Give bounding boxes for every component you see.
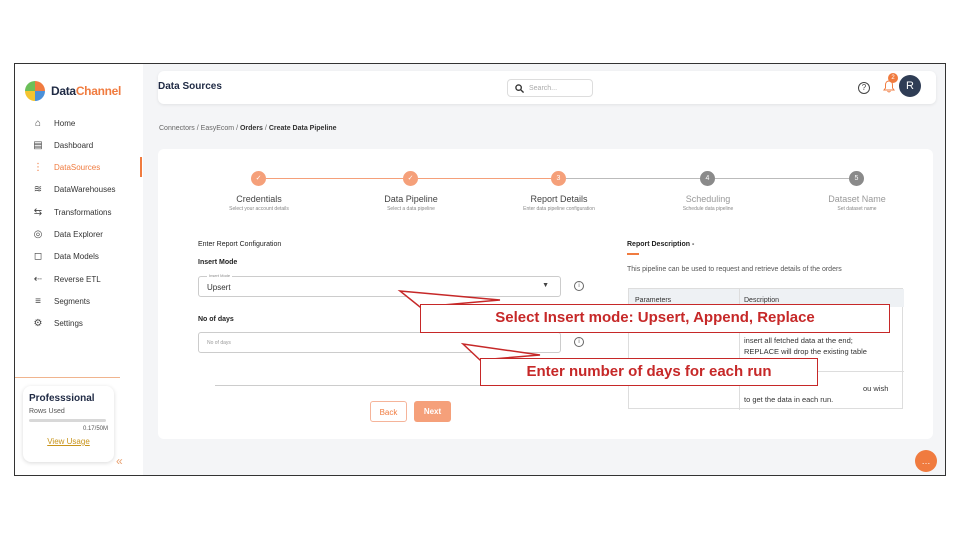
step-4-indicator: 4 [700,171,715,186]
database-icon: ≋ [33,183,43,195]
avatar[interactable]: R [899,75,921,97]
next-button[interactable]: Next [414,401,451,422]
breadcrumb-orders[interactable]: Orders [240,125,263,132]
step-4-sub: Schedule data pipeline [682,206,734,212]
sidebar: DataChannel ⌂ Home ▤ Dashboard ⋮ DataSource… [15,64,143,475]
breadcrumb-current: Create Data Pipeline [268,125,337,132]
explorer-icon: ◎ [33,228,43,240]
rows-used-value: 0.17/50M [82,426,108,432]
search-icon [515,83,524,93]
sidebar-item-datasources[interactable]: ⋮ DataSources [15,157,143,177]
insert-mode-select[interactable]: Insert Mode Upsert ▼ [198,273,561,297]
help-icon[interactable]: ? [858,82,870,94]
dashboard-icon: ▤ [33,139,43,151]
insert-mode-callout: Select Insert mode: Upsert, Append, Repl… [420,304,890,333]
step-2-check-icon: ✓ [403,171,418,186]
usage-bar [29,419,106,422]
sidebar-item-data-models[interactable]: ◻ Data Models [15,246,143,266]
step-4-label: Scheduling [685,194,731,204]
top-header: Data Sources Search... ? 2 R [158,71,936,104]
step-1-label: Credentials [236,194,282,204]
pipeline-card: ✓ ✓ 3 4 5 Credentials Select your accoun… [158,149,933,439]
section-title: Enter Report Configuration [198,241,282,248]
reverse-etl-icon: ⇠ [33,273,43,285]
page-title: Data Sources [158,81,222,92]
col-parameters: Parameters [635,297,672,304]
rows-used-label: Rows Used [29,408,65,415]
transform-icon: ⇆ [33,206,43,218]
sidebar-divider [15,377,120,378]
step-5-label: Dataset Name [828,194,886,204]
logo-mark-icon [25,81,45,101]
view-usage-link[interactable]: View Usage [29,437,108,446]
sidebar-item-home[interactable]: ⌂ Home [15,113,143,133]
plan-card: Professsional Rows Used 0.17/50M View Us… [23,386,114,462]
sidebar-item-transformations[interactable]: ⇆ Transformations [15,202,143,222]
sidebar-item-segments[interactable]: ≡ Segments [15,291,143,311]
sidebar-item-settings[interactable]: ⚙ Settings [15,313,143,333]
step-2-sub: Select a data pipeline [387,206,435,212]
breadcrumb: Connectors / EasyEcom / Orders / Create … [159,125,337,132]
table-cell: insert all fetched data at the end; [744,336,853,345]
info-icon[interactable]: i [574,337,584,347]
step-connector [418,178,551,179]
insert-mode-label: Insert Mode [198,259,238,266]
home-icon: ⌂ [34,117,42,129]
plan-title: Professsional [29,393,95,404]
title-accent [627,253,639,255]
col-description: Description [744,297,780,304]
back-button[interactable]: Back [370,401,407,422]
sidebar-item-data-explorer[interactable]: ◎ Data Explorer [15,224,143,244]
sidebar-item-dashboard[interactable]: ▤ Dashboard [15,135,143,155]
table-cell: REPLACE will drop the existing table [744,347,867,356]
report-description-title: Report Description - [627,241,695,248]
caret-down-icon: ▼ [542,282,549,289]
days-input[interactable]: No of days [198,332,561,353]
step-1-sub: Select your account details [229,206,289,212]
collapse-sidebar-icon[interactable]: « [116,454,123,468]
search-input[interactable]: Search... [507,79,593,97]
notification-badge: 2 [888,73,898,83]
step-5-indicator: 5 [849,171,864,186]
info-icon[interactable]: i [574,281,584,291]
chat-icon[interactable]: … [915,450,937,472]
days-label: No of days [198,316,234,323]
step-2-label: Data Pipeline [384,194,438,204]
gear-icon: ⚙ [33,317,43,329]
models-icon: ◻ [33,250,43,262]
step-1-check-icon: ✓ [251,171,266,186]
step-3-label: Report Details [530,194,588,204]
report-description-text: This pipeline can be used to request and… [627,266,842,273]
days-callout: Enter number of days for each run [480,358,818,386]
table-cell: to get the data in each run. [744,395,834,404]
breadcrumb-easyecom[interactable]: EasyEcom [201,125,234,132]
step-connector [715,178,849,179]
step-connector [566,178,700,179]
datasources-icon: ⋮ [33,161,43,173]
table-cell: ou wish [863,384,889,393]
sidebar-item-reverse-etl[interactable]: ⇠ Reverse ETL [15,269,143,289]
segments-icon: ≡ [35,295,41,307]
step-3-sub: Enter data pipeline configuration [523,206,595,212]
logo[interactable]: DataChannel [25,81,121,101]
step-connector [266,178,403,179]
sidebar-item-datawarehouses[interactable]: ≋ DataWarehouses [15,179,143,199]
step-5-sub: Set dataset name [837,206,877,212]
app-window: DataChannel ⌂ Home ▤ Dashboard ⋮ DataSource… [14,63,946,476]
breadcrumb-connectors[interactable]: Connectors [159,125,195,132]
step-3-indicator: 3 [551,171,566,186]
